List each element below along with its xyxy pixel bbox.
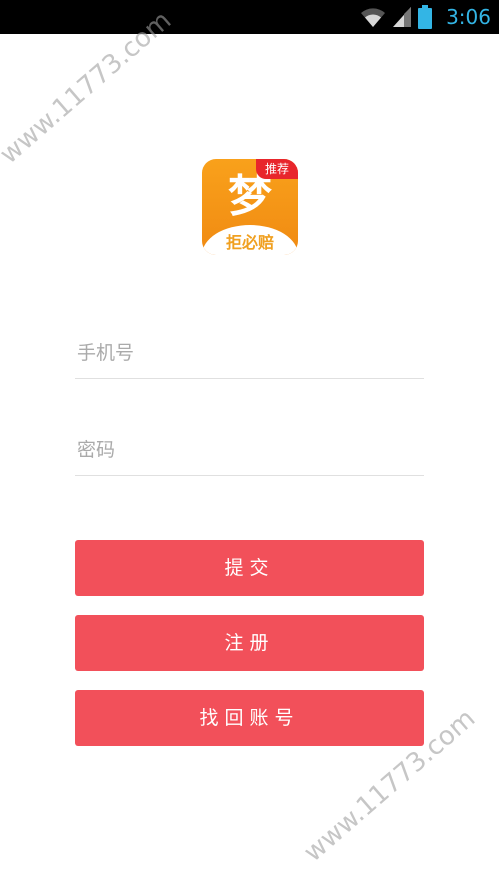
- app-logo: 梦 推荐 拒必赔: [202, 159, 298, 259]
- logo-badge: 推荐: [256, 159, 298, 179]
- status-icons: 3:06: [360, 0, 491, 34]
- status-time: 3:06: [446, 5, 491, 29]
- password-field: [75, 425, 424, 476]
- status-bar: 3:06: [0, 0, 499, 34]
- password-input[interactable]: [75, 425, 424, 475]
- phone-field: [75, 328, 424, 379]
- wifi-icon: [360, 6, 386, 28]
- recover-account-button[interactable]: 找回账号: [75, 690, 424, 746]
- login-screen: 3:06 www.11773.com 梦 推荐 拒必赔 提交 注册 找回账号 w…: [0, 0, 499, 888]
- signal-icon: [392, 6, 412, 28]
- logo-subtitle: 拒必赔: [225, 233, 274, 252]
- phone-input[interactable]: [75, 328, 424, 378]
- battery-icon: [418, 5, 433, 29]
- submit-button[interactable]: 提交: [75, 540, 424, 596]
- register-button[interactable]: 注册: [75, 615, 424, 671]
